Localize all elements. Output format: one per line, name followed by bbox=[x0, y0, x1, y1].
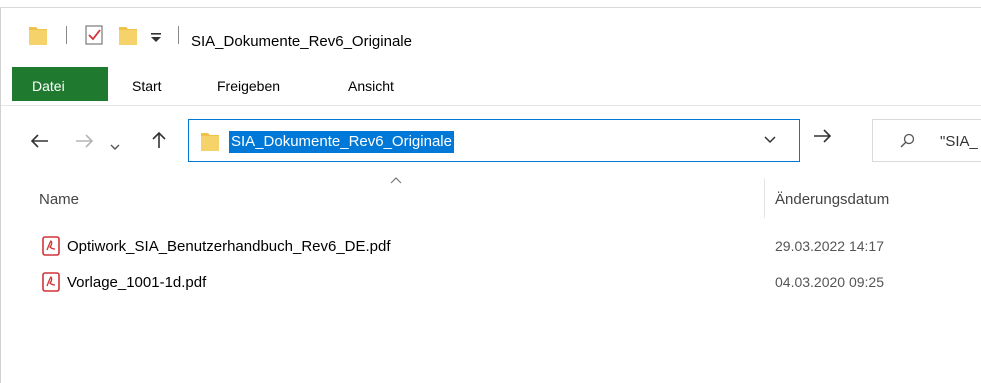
pdf-icon bbox=[42, 272, 60, 297]
separator bbox=[66, 26, 67, 44]
file-name[interactable]: Vorlage_1001-1d.pdf bbox=[67, 274, 206, 291]
address-bar[interactable]: SIA_Dokumente_Rev6_Originale bbox=[188, 119, 800, 162]
go-button[interactable] bbox=[812, 128, 842, 152]
folder-icon bbox=[28, 24, 48, 51]
search-box[interactable]: "SIA_ bbox=[872, 119, 981, 162]
separator bbox=[178, 26, 179, 44]
back-button[interactable] bbox=[30, 133, 50, 154]
column-divider[interactable] bbox=[764, 178, 765, 218]
search-icon bbox=[899, 133, 915, 154]
tab-ansicht[interactable]: Ansicht bbox=[348, 78, 394, 94]
tab-start[interactable]: Start bbox=[132, 78, 162, 94]
file-modified-date: 29.03.2022 14:17 bbox=[775, 238, 884, 254]
tab-freigeben[interactable]: Freigeben bbox=[217, 78, 280, 94]
sort-ascending-icon bbox=[389, 172, 403, 190]
title-bar bbox=[1, 9, 981, 65]
column-header-name[interactable]: Name bbox=[39, 191, 79, 208]
up-button[interactable] bbox=[151, 130, 167, 155]
window-title: SIA_Dokumente_Rev6_Originale bbox=[191, 33, 412, 50]
column-header-date[interactable]: Änderungsdatum bbox=[775, 191, 889, 208]
address-path[interactable]: SIA_Dokumente_Rev6_Originale bbox=[229, 131, 454, 153]
file-modified-date: 04.03.2020 09:25 bbox=[775, 274, 884, 290]
new-folder-icon[interactable] bbox=[118, 24, 138, 51]
folder-icon bbox=[200, 130, 220, 157]
window-top-edge bbox=[0, 0, 981, 8]
customize-toolbar-icon[interactable] bbox=[150, 31, 162, 49]
recent-locations-chevron-icon[interactable] bbox=[109, 136, 121, 157]
file-row[interactable]: Optiwork_SIA_Benutzerhandbuch_Rev6_DE.pd… bbox=[30, 232, 970, 260]
tab-datei[interactable]: Datei bbox=[12, 67, 108, 101]
pdf-icon bbox=[42, 236, 60, 261]
forward-button[interactable] bbox=[74, 133, 94, 154]
properties-icon[interactable] bbox=[83, 24, 105, 51]
address-dropdown-chevron-icon[interactable] bbox=[763, 133, 777, 151]
search-text: "SIA_ bbox=[940, 133, 978, 150]
file-name[interactable]: Optiwork_SIA_Benutzerhandbuch_Rev6_DE.pd… bbox=[67, 238, 391, 255]
file-row[interactable]: Vorlage_1001-1d.pdf 04.03.2020 09:25 bbox=[30, 268, 970, 296]
